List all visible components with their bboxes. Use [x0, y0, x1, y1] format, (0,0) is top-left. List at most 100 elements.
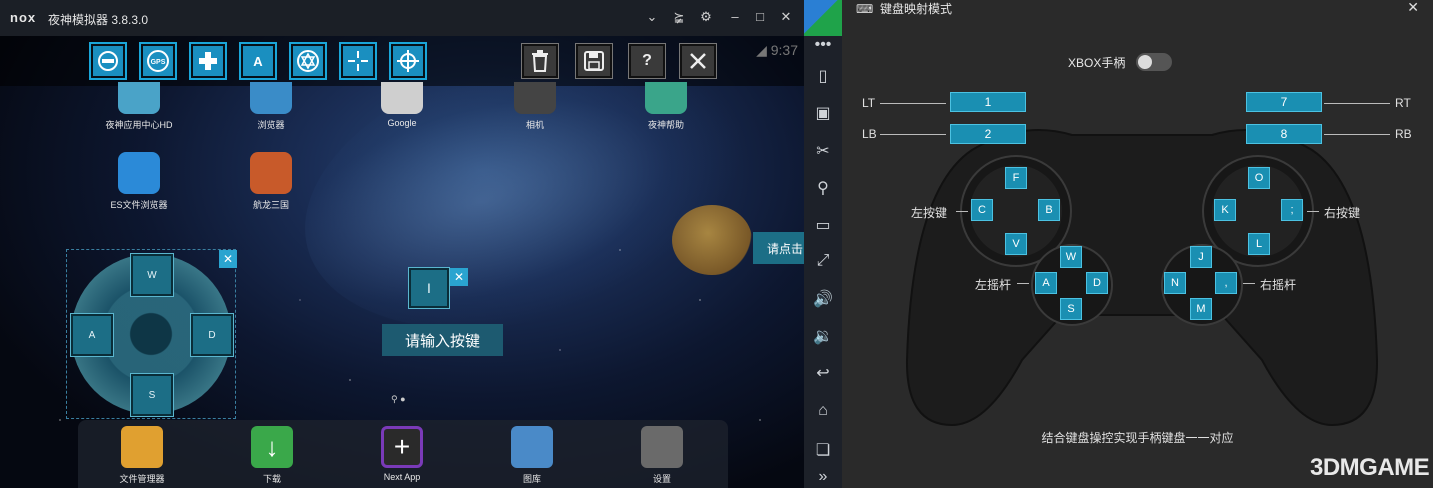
app-hanglong-sanguo[interactable]: 航龙三国: [226, 152, 316, 211]
right-button-right[interactable]: ;: [1281, 199, 1303, 221]
xbox-toggle-label: XBOX手柄: [1068, 56, 1126, 70]
location-icon[interactable]: ⚲: [804, 178, 842, 198]
pin-icon[interactable]: ⪶: [670, 9, 688, 25]
right-button-down[interactable]: L: [1248, 233, 1270, 255]
gear-icon[interactable]: ⚙: [697, 9, 715, 25]
rb-label: RB: [1395, 127, 1412, 141]
volume-up-icon[interactable]: 🔊: [804, 289, 842, 309]
right-buttons-label: 右按键: [1324, 206, 1361, 220]
aim-tool-button[interactable]: [289, 42, 327, 80]
back-icon[interactable]: ↩: [804, 363, 842, 383]
volume-down-icon[interactable]: 🔉: [804, 326, 842, 346]
dock-app-label: 图库: [522, 474, 541, 484]
left-stick-right[interactable]: D: [1086, 272, 1108, 294]
home-icon[interactable]: ⌂: [804, 402, 842, 420]
crosshair-tool-button[interactable]: [339, 42, 377, 80]
help-button[interactable]: ?: [628, 43, 666, 79]
lt-label: LT: [862, 96, 876, 110]
dock-app-gallery[interactable]: 图库: [492, 426, 572, 485]
left-button-left[interactable]: C: [971, 199, 993, 221]
recent-apps-icon[interactable]: ❏: [804, 440, 842, 460]
es-file-icon: [118, 152, 160, 194]
app-label: Google: [387, 118, 417, 128]
keymap-panel: ⌨ 键盘映射模式 ✕ XBOX手柄 LT 1 LB 2 7 RT 8 RB F …: [842, 0, 1433, 488]
folder-icon: [121, 426, 163, 468]
tap-prompt[interactable]: 请点击: [753, 232, 804, 264]
help-app-icon: [645, 82, 687, 114]
dpad-key-up[interactable]: W: [130, 253, 174, 297]
save-icon: [584, 51, 604, 71]
panel-close-icon[interactable]: ✕: [1407, 0, 1419, 16]
dpad-remove-button[interactable]: ✕: [219, 250, 237, 268]
target-tool-button[interactable]: [389, 42, 427, 80]
window-title: 夜神模拟器 3.8.3.0: [48, 13, 149, 27]
right-button-left[interactable]: K: [1214, 199, 1236, 221]
left-stick-down[interactable]: S: [1060, 298, 1082, 320]
xbox-toggle[interactable]: [1136, 53, 1172, 71]
maximize-icon[interactable]: □: [751, 9, 769, 24]
scissors-icon[interactable]: ✂: [804, 141, 842, 161]
fullscreen-icon[interactable]: ⤢: [804, 252, 842, 270]
nox-logo: nox: [10, 10, 37, 25]
robot-icon[interactable]: ▣: [804, 103, 842, 123]
left-stick-left[interactable]: A: [1035, 272, 1057, 294]
app-browser[interactable]: 浏览器: [226, 82, 316, 131]
google-icon: [381, 82, 423, 114]
more-dots-icon[interactable]: •••: [804, 36, 842, 54]
app-label: 浏览器: [257, 120, 285, 130]
trash-button[interactable]: [521, 43, 559, 79]
dpad-tool-button[interactable]: [189, 42, 227, 80]
save-button[interactable]: [575, 43, 613, 79]
pending-key-remove-button[interactable]: ✕: [450, 268, 468, 286]
dpad-key-down[interactable]: S: [130, 373, 174, 417]
dock-app-file-manager[interactable]: 文件管理器: [102, 426, 182, 485]
close-keymap-button[interactable]: [679, 43, 717, 79]
right-buttons-connector: [1307, 211, 1319, 212]
expand-icon[interactable]: »: [804, 468, 842, 486]
dock-app-download[interactable]: ↓ 下载: [232, 426, 312, 485]
app-nox-help[interactable]: 夜神帮助: [621, 82, 711, 131]
close-icon[interactable]: ✕: [777, 9, 795, 25]
key-a-tool-button[interactable]: A: [239, 42, 277, 80]
wasd-dpad-overlay[interactable]: W A D S: [66, 249, 236, 419]
status-bar: ◢ 9:37: [756, 42, 798, 59]
right-stick-right[interactable]: ,: [1215, 272, 1237, 294]
lb-key[interactable]: 2: [950, 124, 1026, 144]
pending-key[interactable]: I: [408, 267, 450, 309]
key-input-hint: 请输入按键: [382, 324, 503, 356]
right-stick-down[interactable]: M: [1190, 298, 1212, 320]
left-stick-up[interactable]: W: [1060, 246, 1082, 268]
gps-icon-text: GPS: [151, 59, 166, 66]
chevron-down-icon[interactable]: ⌄: [643, 9, 661, 25]
dock-app-settings[interactable]: 设置: [622, 426, 702, 485]
screen-icon[interactable]: ▭: [804, 215, 842, 235]
left-button-down[interactable]: V: [1005, 233, 1027, 255]
left-button-up[interactable]: F: [1005, 167, 1027, 189]
rb-key[interactable]: 8: [1246, 124, 1322, 144]
help-icon: ?: [642, 52, 652, 69]
crosshair-icon: [348, 51, 368, 71]
right-stick-up[interactable]: J: [1190, 246, 1212, 268]
right-stick-left[interactable]: N: [1164, 272, 1186, 294]
gallery-icon: [511, 426, 553, 468]
download-icon: ↓: [251, 426, 293, 468]
dock-app-next-app[interactable]: + Next App: [362, 426, 442, 482]
dpad-key-right[interactable]: D: [190, 313, 234, 357]
lt-key[interactable]: 1: [950, 92, 1026, 112]
right-button-up[interactable]: O: [1248, 167, 1270, 189]
rt-key[interactable]: 7: [1246, 92, 1322, 112]
app-es-file-explorer[interactable]: ES文件浏览器: [94, 152, 184, 211]
game-icon: [250, 152, 292, 194]
joystick-tool-button[interactable]: [89, 42, 127, 80]
panel-footer: 结合键盘操控实现手柄键盘一一对应: [1041, 431, 1234, 445]
gps-tool-button[interactable]: GPS: [139, 42, 177, 80]
minimize-icon[interactable]: –: [726, 9, 744, 24]
app-camera[interactable]: 相机: [490, 82, 580, 131]
app-nox-center[interactable]: 夜神应用中心HD: [94, 82, 184, 131]
left-button-right[interactable]: B: [1038, 199, 1060, 221]
lb-label: LB: [862, 127, 877, 141]
app-google[interactable]: Google: [357, 82, 447, 128]
shake-icon[interactable]: ▯: [804, 66, 842, 86]
app-label: 夜神应用中心HD: [105, 120, 173, 130]
dpad-key-left[interactable]: A: [70, 313, 114, 357]
